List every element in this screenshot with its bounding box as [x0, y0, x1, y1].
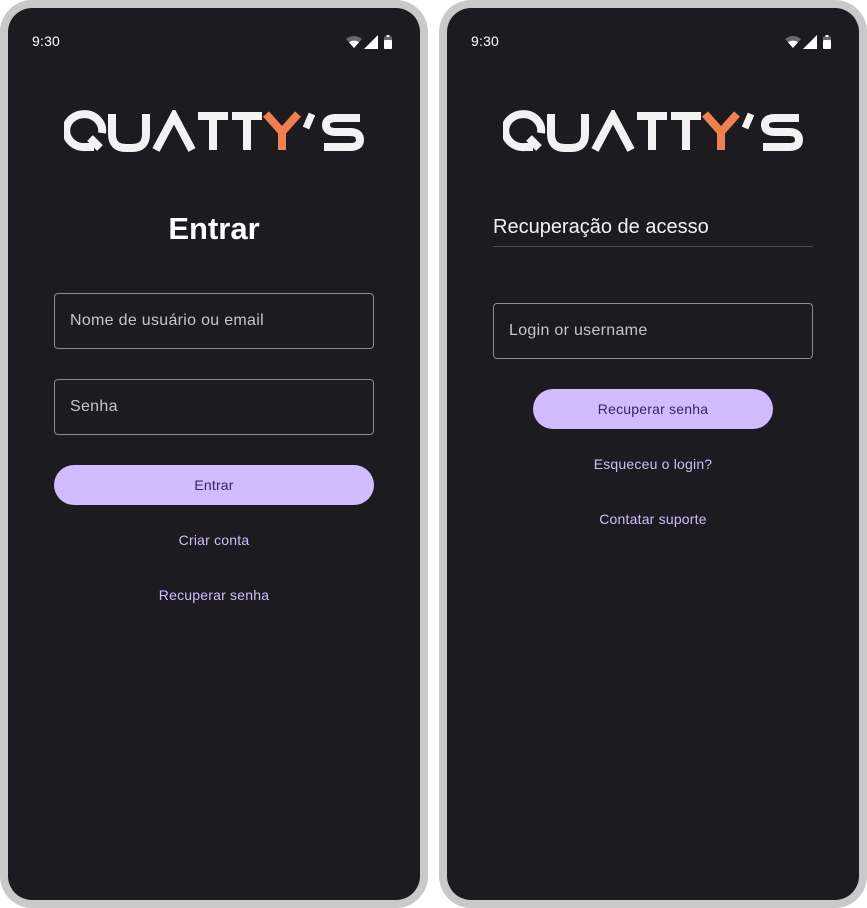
status-time: 9:30 [32, 33, 61, 49]
create-account-link[interactable]: Criar conta [8, 532, 420, 548]
status-bar: 9:30 [447, 8, 859, 49]
username-input[interactable] [55, 294, 373, 348]
status-icons [346, 35, 396, 49]
logo-graphic [64, 110, 364, 152]
signal-icon [803, 35, 817, 49]
page-title: Recuperação de acesso [493, 216, 709, 238]
recovery-screen: 9:30 Recuperação de acesso Login or user… [447, 8, 859, 900]
wifi-icon [785, 36, 801, 48]
contact-support-link[interactable]: Contatar suporte [447, 511, 859, 527]
title-divider [493, 246, 813, 247]
status-icons [785, 35, 835, 49]
quattys-logo [503, 110, 803, 152]
battery-icon [823, 35, 831, 49]
login-button[interactable]: Entrar [54, 465, 374, 505]
status-bar: 9:30 [8, 8, 420, 49]
phone-frame-recovery: 9:30 Recuperação de acesso Login or user… [439, 0, 867, 908]
recover-password-button[interactable]: Recuperar senha [533, 389, 773, 429]
login-input[interactable] [494, 304, 812, 358]
phone-frame-login: 9:30 Entrar Nome de usuário ou email Ent… [0, 0, 428, 908]
page-title: Entrar [168, 211, 260, 246]
recover-password-link[interactable]: Recuperar senha [8, 587, 420, 603]
signal-icon [364, 35, 378, 49]
password-input[interactable] [55, 380, 373, 434]
status-time: 9:30 [471, 33, 500, 49]
login-field[interactable] [493, 303, 813, 359]
battery-icon [384, 35, 392, 49]
password-field[interactable] [54, 379, 374, 435]
username-field[interactable] [54, 293, 374, 349]
quattys-logo [64, 110, 364, 152]
forgot-login-link[interactable]: Esqueceu o login? [447, 456, 859, 472]
login-screen: 9:30 Entrar Nome de usuário ou email Ent… [8, 8, 420, 900]
wifi-icon [346, 36, 362, 48]
logo-graphic [503, 110, 803, 152]
